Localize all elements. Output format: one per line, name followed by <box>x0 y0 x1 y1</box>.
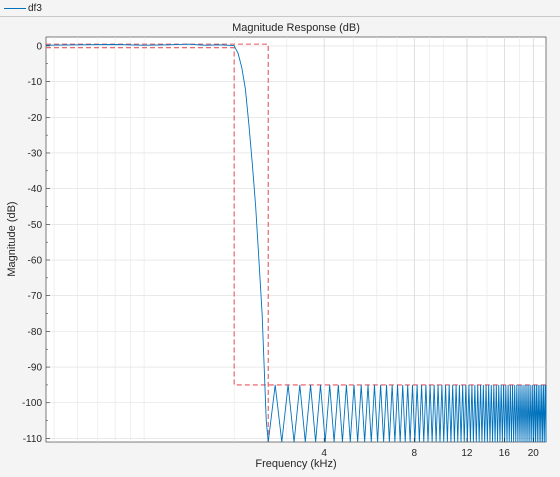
x-tick-label: 20 <box>528 448 540 459</box>
x-tick-label: 12 <box>461 448 473 459</box>
y-tick-label: -70 <box>28 291 43 302</box>
y-tick-label: -90 <box>28 363 43 374</box>
y-tick-label: -60 <box>28 256 43 267</box>
y-tick-label: -20 <box>28 113 43 124</box>
chart-title: Magnitude Response (dB) <box>232 22 360 34</box>
x-axis-label: Frequency (kHz) <box>255 458 336 470</box>
x-tick-label: 8 <box>411 448 417 459</box>
legend-bar: df3 <box>0 0 560 17</box>
legend-item-df3[interactable]: df3 <box>4 1 42 15</box>
magnitude-response-chart[interactable]: 0-10-20-30-40-50-60-70-80-90-100-1104 8 12… <box>0 17 560 477</box>
y-tick-label: -10 <box>28 77 43 88</box>
y-tick-label: -110 <box>23 434 43 445</box>
plot-area <box>45 36 547 443</box>
y-tick-label: -80 <box>28 327 43 338</box>
y-tick-label: -40 <box>28 184 43 195</box>
legend-label: df3 <box>28 2 42 14</box>
y-tick-label: -100 <box>22 398 42 409</box>
x-tick-label: 16 <box>499 448 511 459</box>
y-tick-label: 0 <box>36 41 42 52</box>
y-tick-label: -30 <box>28 148 43 159</box>
legend-swatch <box>4 7 26 9</box>
y-tick-label: -50 <box>28 220 43 231</box>
y-axis-label: Magnitude (dB) <box>6 201 18 276</box>
